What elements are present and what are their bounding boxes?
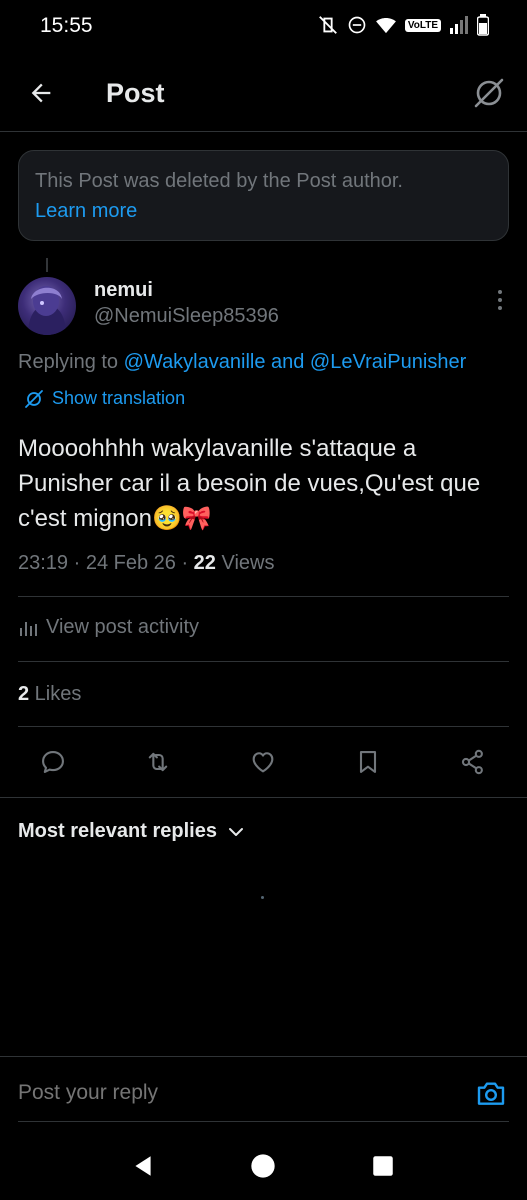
analytics-icon xyxy=(20,621,37,636)
learn-more-link[interactable]: Learn more xyxy=(35,200,137,223)
deleted-post-notice: This Post was deleted by the Post author… xyxy=(18,150,509,241)
grok-button[interactable] xyxy=(471,75,507,111)
battery-icon xyxy=(477,14,489,36)
repost-icon xyxy=(148,752,168,772)
thread-connector-line xyxy=(46,258,48,272)
replying-prefix: Replying to xyxy=(18,351,124,373)
home-circle-icon xyxy=(251,1154,275,1178)
author-handle[interactable]: @NemuiSleep85396 xyxy=(94,305,279,328)
arrow-left-icon xyxy=(31,83,51,103)
camera-button[interactable] xyxy=(475,1077,507,1109)
share-icon xyxy=(461,749,483,775)
divider xyxy=(18,661,509,662)
bookmark-button[interactable] xyxy=(352,746,384,778)
reply-composer xyxy=(0,1057,527,1129)
replying-to: Replying to @Wakylavanille and @LeVraiPu… xyxy=(18,351,466,374)
nav-back-button[interactable] xyxy=(129,1152,157,1180)
header: Post xyxy=(0,58,527,130)
page-title: Post xyxy=(106,78,165,108)
likes-stat[interactable]: 2 Likes xyxy=(18,683,81,706)
loading-indicator xyxy=(261,896,264,899)
wifi-icon xyxy=(375,18,396,34)
post-timestamp: 23:19 · 24 Feb 26 · xyxy=(18,552,194,574)
replying-mentions[interactable]: @Wakylavanille and @LeVraiPunisher xyxy=(124,351,467,373)
divider xyxy=(18,596,509,597)
post-meta: 23:19 · 24 Feb 26 · 22 Views xyxy=(18,552,274,575)
share-button[interactable] xyxy=(457,746,489,778)
camera-icon xyxy=(477,1082,505,1105)
back-triangle-icon xyxy=(135,1156,151,1176)
grok-icon xyxy=(25,389,43,408)
like-icon xyxy=(252,752,274,773)
status-icons: VoLTE xyxy=(317,14,489,36)
more-vertical-icon xyxy=(498,290,502,310)
likes-count: 2 xyxy=(18,683,30,705)
reply-input[interactable] xyxy=(18,1081,438,1105)
like-button[interactable] xyxy=(247,746,279,778)
do-not-disturb-icon xyxy=(348,16,366,34)
likes-label: Likes xyxy=(29,683,82,705)
show-translation-label: Show translation xyxy=(52,388,186,408)
avatar[interactable] xyxy=(18,277,76,335)
views-count: 22 xyxy=(193,552,216,574)
post-text: Moooohhhh wakylavanille s'attaque a Puni… xyxy=(18,435,481,532)
view-post-activity-label: View post activity xyxy=(46,616,200,638)
grok-icon xyxy=(474,78,504,108)
view-post-activity-button[interactable]: View post activity xyxy=(18,616,199,639)
replies-sort-label: Most relevant replies xyxy=(18,820,217,842)
vibrate-off-icon xyxy=(318,16,337,34)
signal-icon xyxy=(450,16,468,34)
chevron-down-icon xyxy=(228,827,243,836)
more-options-button[interactable] xyxy=(493,288,507,312)
repost-button[interactable] xyxy=(142,746,174,778)
recents-square-icon xyxy=(373,1156,393,1176)
reply-icon xyxy=(42,751,64,773)
avatar-image xyxy=(28,286,66,335)
system-navigation-bar xyxy=(0,1130,527,1200)
bookmark-icon xyxy=(359,751,377,773)
action-bar xyxy=(0,742,527,782)
views-label: Views xyxy=(215,552,275,574)
deleted-notice-text: This Post was deleted by the Post author… xyxy=(35,170,403,192)
show-translation-button[interactable]: Show translation xyxy=(24,388,185,409)
header-divider xyxy=(0,131,527,132)
back-button[interactable] xyxy=(24,76,58,110)
replies-sort-dropdown[interactable]: Most relevant replies xyxy=(18,820,245,843)
nav-recents-button[interactable] xyxy=(369,1152,397,1180)
reply-button[interactable] xyxy=(37,746,69,778)
status-time: 15:55 xyxy=(40,14,93,37)
author-name[interactable]: nemui xyxy=(94,279,153,302)
divider xyxy=(0,797,527,798)
nav-home-button[interactable] xyxy=(249,1152,277,1180)
reply-input-underline xyxy=(18,1121,509,1122)
volte-badge: VoLTE xyxy=(404,18,441,32)
status-bar: 15:55 VoLTE xyxy=(0,0,527,52)
divider xyxy=(18,726,509,727)
